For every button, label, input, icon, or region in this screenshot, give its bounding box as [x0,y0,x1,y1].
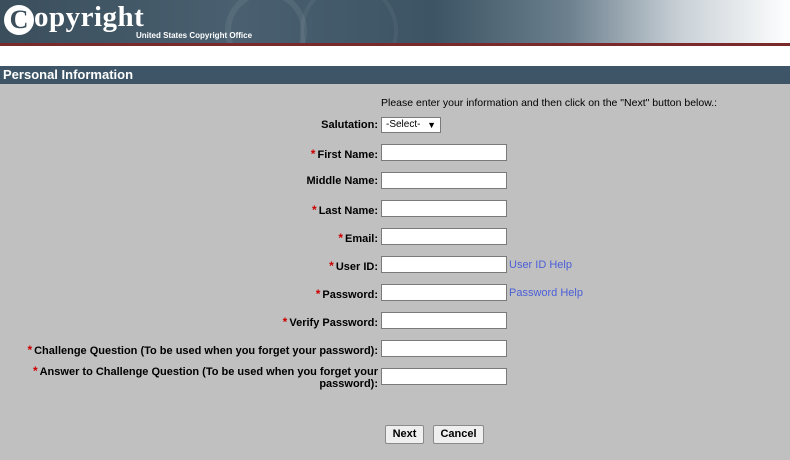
email-field[interactable] [381,228,507,245]
middle-name-field[interactable] [381,172,507,189]
user-id-field[interactable] [381,256,507,273]
cancel-button[interactable]: Cancel [433,425,484,444]
challenge-question-label: * Challenge Question (To be used when you… [27,343,378,357]
required-marker: * [312,203,317,217]
last-name-field[interactable] [381,200,507,217]
verify-password-field[interactable] [381,312,507,329]
password-field[interactable] [381,284,507,301]
form-instructions: Please enter your information and then c… [381,97,718,109]
password-help-link[interactable]: Password Help [509,287,583,299]
required-marker: * [315,287,321,301]
email-label: * Email: [338,231,378,245]
required-marker: * [27,343,33,357]
salutation-label: Salutation: [321,119,378,131]
logo-subtitle: United States Copyright Office [136,31,253,40]
logo-wordmark: opyright [34,1,145,33]
salutation-selected: -Select- [386,119,421,130]
required-marker: * [32,364,38,378]
required-marker: * [338,231,343,245]
header-banner: C opyright United States Copyright Offic… [0,0,790,46]
section-header: Personal Information [0,66,790,84]
user-id-label: * User ID: [329,259,378,273]
last-name-label: * Last Name: [312,203,378,217]
chevron-down-icon: ▼ [427,120,436,130]
required-marker: * [282,315,288,329]
password-label: * Password: [315,287,378,301]
challenge-answer-field[interactable] [381,368,507,385]
verify-password-label: * Verify Password: [282,315,378,329]
copyright-logo-icon: C [4,5,34,35]
first-name-field[interactable] [381,144,507,161]
first-name-label: * First Name: [310,147,378,161]
required-marker: * [310,147,316,161]
personal-info-form: Please enter your information and then c… [0,84,790,460]
challenge-answer-label: * Answer to Challenge Question (To be use… [32,364,378,390]
salutation-select[interactable]: -Select- ▼ [381,117,441,133]
middle-name-label: Middle Name: [306,175,378,187]
section-title: Personal Information [3,67,134,82]
seal-decoration-outer [300,0,398,43]
challenge-question-field[interactable] [381,340,507,357]
user-id-help-link[interactable]: User ID Help [509,259,572,271]
required-marker: * [329,259,334,273]
next-button[interactable]: Next [385,425,424,444]
